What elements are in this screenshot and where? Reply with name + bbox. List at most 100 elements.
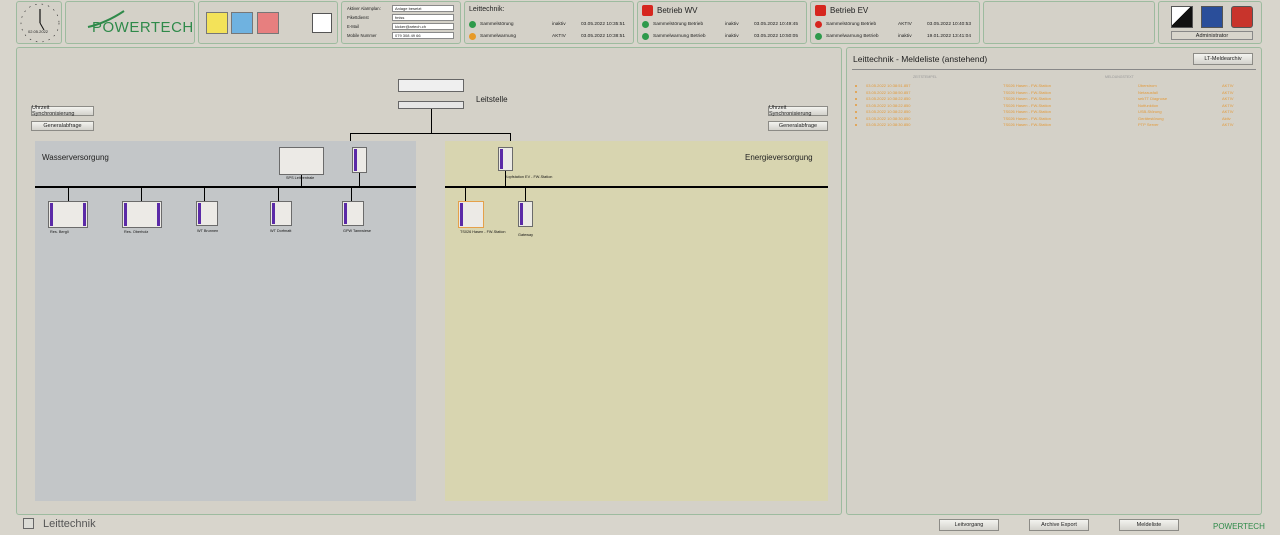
- cursor-icon[interactable]: [1171, 6, 1193, 28]
- module-slot: [354, 149, 357, 171]
- leitvorgang-button[interactable]: Leitvorgang: [939, 519, 999, 531]
- strom-icon[interactable]: [206, 12, 228, 34]
- home-icon[interactable]: [1201, 6, 1223, 28]
- row-name: Sammelstörung: [480, 22, 514, 27]
- row-time: 03.05.2022 10:49:45: [754, 22, 799, 27]
- device-label: Gateway: [518, 233, 533, 237]
- link-line: [68, 187, 69, 201]
- admin-panel: Administrator: [1158, 1, 1262, 44]
- link-line: [204, 187, 205, 201]
- warning-sign-icon[interactable]: [312, 13, 332, 33]
- link-line: [301, 175, 302, 186]
- bus-line: [35, 186, 416, 188]
- alarm-time: 03.05.2022 10:38:51.857: [866, 83, 911, 88]
- comm-device[interactable]: [352, 147, 367, 173]
- ts026-device[interactable]: [458, 201, 484, 228]
- link-line: [525, 187, 526, 201]
- alarm-time: 03.05.2022 10:38:30.850: [866, 122, 911, 127]
- alarm-text: Notfunktion: [1138, 102, 1159, 108]
- footer-home-icon[interactable]: [23, 518, 34, 529]
- archive-export-button[interactable]: Archive Export: [1029, 519, 1089, 531]
- device-label: TS026 Hasen - FW-Station: [460, 230, 506, 234]
- device-label: Res. Bergli: [50, 230, 69, 234]
- alarm-text: Netzausfall: [1138, 89, 1158, 95]
- mobile-field[interactable]: 079 308 49 66: [392, 32, 454, 39]
- leittechnik-status-panel: Leittechnik: Sammelstörung inaktiv 03.05…: [464, 1, 634, 44]
- betrieb-ev-panel: Betrieb EV Sammelstörung Betrieb AKTIV 0…: [810, 1, 980, 44]
- alarm-text: PTP Server: [1138, 122, 1159, 127]
- uhrzeit-sync-button-right[interactable]: Uhrzeit Synchronisierung: [768, 105, 828, 117]
- gpw-tannwiese-device[interactable]: [342, 201, 364, 226]
- generalabfrage-button-left[interactable]: Generalabfrage: [31, 121, 94, 131]
- row-time: 19.01.2022 13:41:04: [927, 34, 972, 39]
- col-header-time: ZEITSTEMPEL: [913, 75, 937, 79]
- sps-device[interactable]: [279, 147, 324, 175]
- wasserversorgung-area: [35, 141, 416, 501]
- betrieb-wv-panel: Betrieb WV Sammelstörung Betrieb inaktiv…: [637, 1, 807, 44]
- device-label: WT Dorfmatt: [270, 229, 292, 233]
- plan-label: Aktiver Alarmplan:: [347, 6, 381, 11]
- row-time: 03.05.2022 10:35:51: [581, 22, 626, 27]
- row-status: inaktiv: [552, 22, 566, 27]
- server-device[interactable]: [398, 79, 464, 92]
- alarm-bell-icon: [815, 5, 826, 16]
- alarm-bullet-icon: [855, 123, 857, 126]
- res-oberholz-device[interactable]: [122, 201, 162, 228]
- alarm-source: TS026 Hasen - FW-Station: [1003, 89, 1051, 95]
- res-bergli-device[interactable]: [48, 201, 88, 228]
- power-icon[interactable]: [1231, 6, 1253, 28]
- empty-header-panel: [983, 1, 1155, 44]
- alarm-state: AKTIV: [1222, 83, 1234, 88]
- wt-dorfmatt-device[interactable]: [270, 201, 292, 226]
- alarm-text: USB-Störung: [1138, 109, 1162, 114]
- device-label: GPW Tannwiese: [343, 229, 371, 233]
- alarm-bell-icon: [642, 5, 653, 16]
- alarm-state: AKTIV: [1222, 96, 1234, 101]
- row-name: Sammelstörung Betrieb: [826, 22, 877, 27]
- wasser-icon[interactable]: [231, 12, 253, 34]
- meldeliste-button[interactable]: Meldeliste: [1119, 519, 1179, 531]
- alarm-state: AKTIV: [1222, 102, 1234, 108]
- row-status: inaktiv: [898, 34, 912, 39]
- clock-panel: 02.05.2022: [16, 1, 62, 44]
- row-time: 03.05.2022 10:50:05: [754, 34, 799, 39]
- email-field[interactable]: kicker@artech.ch: [392, 23, 454, 30]
- device-label: Kopfstation EV - FW-Station: [505, 175, 553, 179]
- alarm-state: AKTIV: [1222, 122, 1234, 127]
- alarm-source: TS026 Hasen - FW-Station: [1003, 83, 1051, 88]
- alarm-bullet-icon: [855, 110, 857, 113]
- generalabfrage-button-right[interactable]: Generalabfrage: [768, 121, 828, 131]
- alarm-text: Überstrom: [1138, 83, 1157, 88]
- alarm-source: TS026 Hasen - FW-Station: [1003, 96, 1051, 101]
- alarm-source: TS026 Hasen - FW-Station: [1003, 122, 1051, 127]
- alarm-list-title: Leittechnik - Meldeliste (anstehend): [853, 54, 988, 64]
- status-dot: [642, 21, 649, 28]
- alarm-bullet-icon: [855, 84, 857, 87]
- col-header-text: MELDUNGSTEXT: [1105, 75, 1134, 79]
- uhrzeit-sync-button-left[interactable]: Uhrzeit Synchronisierung: [31, 105, 94, 117]
- module-slot: [157, 203, 160, 226]
- bus-line: [350, 133, 511, 134]
- alarm-time: 03.05.2022 10:38:50.857: [866, 89, 911, 95]
- wt-brunnen-device[interactable]: [196, 201, 218, 226]
- switch-device[interactable]: [398, 101, 464, 109]
- plan-field[interactable]: Anlage besetzt: [392, 5, 454, 12]
- status-dot: [815, 33, 822, 40]
- waerme-icon[interactable]: [257, 12, 279, 34]
- alarm-state: AKTIV: [1222, 89, 1234, 95]
- pikett-field[interactable]: fmiss: [392, 14, 454, 21]
- module-slot: [520, 203, 523, 225]
- alarm-list-divider: [852, 69, 1256, 70]
- link-line: [505, 171, 506, 187]
- status-dot: [642, 33, 649, 40]
- pikett-label: Pikettdienst: [347, 15, 369, 20]
- lt-meldearchiv-button[interactable]: LT-Meldearchiv: [1193, 53, 1253, 65]
- module-slot: [344, 203, 347, 224]
- device-label: Res. Oberholz: [124, 230, 149, 234]
- leitstelle-label: Leitstelle: [476, 95, 508, 104]
- module-slot: [124, 203, 127, 226]
- kopfstation-device[interactable]: [498, 147, 513, 171]
- alarm-source: TS026 Hasen - FW-Station: [1003, 102, 1051, 108]
- gateway-device[interactable]: [518, 201, 533, 227]
- link-line: [431, 109, 432, 133]
